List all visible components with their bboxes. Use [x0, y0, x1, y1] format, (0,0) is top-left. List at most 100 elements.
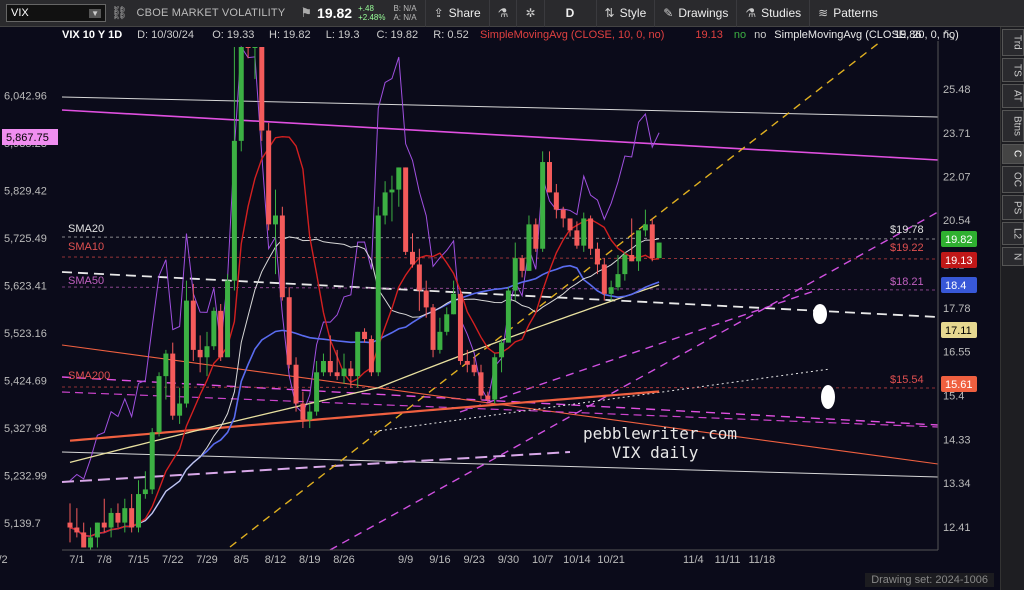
- share-button[interactable]: ⇪ Share: [424, 0, 489, 27]
- side-tab-at[interactable]: AT: [1001, 84, 1024, 109]
- bid-ask: B: N/A A: N/A: [393, 4, 416, 22]
- candle-body: [362, 331, 368, 339]
- candle-body: [88, 537, 94, 548]
- candle-body: [259, 47, 265, 131]
- spx-tick-label: 5,327.98: [4, 423, 47, 435]
- symbol-selector[interactable]: VIX ▼: [6, 4, 106, 22]
- candle-body: [471, 364, 477, 373]
- flag-icon[interactable]: ⚑: [300, 5, 312, 21]
- candle-body: [478, 372, 484, 396]
- candle-body: [636, 230, 642, 262]
- info-close: C: 19.82: [377, 29, 419, 41]
- candle-body: [129, 508, 135, 528]
- side-tab-trd[interactable]: Trd: [1001, 29, 1024, 56]
- candle-body: [320, 360, 326, 373]
- side-panel: Trd TS AT Btns C OC PS L2 N: [1000, 27, 1024, 590]
- candle-body: [368, 338, 374, 373]
- x-tick-label: 8/5: [234, 554, 249, 566]
- candle-body: [307, 411, 313, 420]
- candle-body: [197, 349, 203, 358]
- drawings-label: Drawings: [678, 6, 729, 20]
- candle-body: [341, 368, 347, 377]
- drawing-set-status: Drawing set: 2024-1006: [865, 573, 994, 587]
- watermark-line-1: pebblewriter.com: [583, 424, 737, 443]
- flask-button[interactable]: ⚗: [488, 0, 517, 27]
- candle-body: [567, 218, 573, 231]
- candle-body: [279, 215, 285, 298]
- settings-button[interactable]: ✲: [516, 0, 543, 27]
- candle-body: [355, 331, 361, 377]
- ma-value-label: $15.54: [890, 374, 924, 386]
- candle-body: [136, 494, 141, 528]
- style-button[interactable]: ⇅ Style: [595, 0, 655, 27]
- candle-body: [273, 215, 278, 225]
- candle-body: [252, 47, 258, 48]
- candle-body: [142, 489, 148, 495]
- price-chart[interactable]: 12.4113.3414.3315.416.5517.7819.120.5422…: [0, 27, 1000, 570]
- candle-body: [314, 372, 320, 412]
- period-button[interactable]: D: [543, 0, 596, 27]
- side-tab-l2[interactable]: L2: [1001, 222, 1024, 246]
- candle-body: [204, 346, 210, 358]
- share-label: Share: [448, 6, 481, 20]
- info-sma10-value: 19.13: [695, 29, 723, 41]
- candle-body: [382, 192, 388, 216]
- candle-body: [190, 300, 196, 350]
- candle-body: [512, 258, 518, 291]
- candle-body: [156, 376, 162, 433]
- info-sma10-label: SimpleMovingAvg (CLOSE, 10, 0, no): [480, 29, 664, 41]
- candle-body: [588, 218, 594, 249]
- x-tick-label: 9/2: [0, 554, 8, 566]
- info-sma10-extra-2: no: [754, 29, 766, 41]
- spx-tick-label: 5,424.69: [4, 376, 47, 388]
- side-tab-oc[interactable]: OC: [1001, 165, 1024, 193]
- studies-button[interactable]: ⚗ Studies: [736, 0, 809, 27]
- x-tick-label: 10/7: [532, 554, 553, 566]
- price-badge-text: 19.82: [945, 234, 973, 246]
- candle-body: [533, 224, 539, 249]
- candle-body: [403, 167, 409, 252]
- link-icon[interactable]: ⛓: [111, 5, 128, 21]
- ma-value-label: $19.78: [890, 224, 924, 236]
- beaker-icon: ⚗: [745, 6, 757, 20]
- y-tick-label: 16.55: [943, 347, 971, 359]
- candle-body: [594, 248, 600, 265]
- x-tick-label: 10/14: [563, 554, 591, 566]
- ma-value-label: $19.22: [890, 242, 924, 254]
- candle-body: [375, 215, 381, 373]
- x-tick-label: 10/21: [597, 554, 625, 566]
- studies-label: Studies: [761, 6, 802, 20]
- candle-body: [615, 274, 621, 288]
- candle-body: [67, 522, 73, 528]
- candle-body: [231, 140, 237, 281]
- candle-body: [608, 287, 614, 294]
- watermark-line-2: VIX daily: [612, 443, 699, 462]
- side-tab-n[interactable]: N: [1001, 247, 1024, 267]
- chevron-down-icon[interactable]: ▼: [89, 8, 101, 18]
- collapse-icon: ⤡: [944, 28, 955, 43]
- side-tab-c[interactable]: C: [1001, 144, 1024, 164]
- candle-body: [492, 357, 498, 400]
- candle-body: [238, 47, 244, 141]
- drawings-button[interactable]: ✎ Drawings: [654, 0, 736, 27]
- side-tab-ts[interactable]: TS: [1001, 57, 1024, 83]
- patterns-label: Patterns: [833, 6, 878, 20]
- x-tick-label: 9/16: [429, 554, 450, 566]
- candle-body: [101, 522, 107, 528]
- candle-body: [451, 293, 457, 315]
- candle-body: [457, 293, 463, 361]
- patterns-button[interactable]: ≋ Patterns: [809, 0, 886, 27]
- spx-badge-text: 5,867.75: [6, 132, 49, 144]
- price-badge-text: 17.11: [945, 325, 972, 337]
- side-tab-ps[interactable]: PS: [1001, 194, 1024, 221]
- x-tick-label: 8/26: [333, 554, 354, 566]
- candle-body: [553, 192, 559, 210]
- y-tick-label: 22.07: [943, 171, 971, 183]
- candle-body: [149, 432, 155, 490]
- side-tab-btns[interactable]: Btns: [1001, 110, 1024, 143]
- candle-body: [649, 224, 655, 259]
- info-sma10-extra-1: no: [734, 29, 746, 41]
- y-tick-label: 25.48: [943, 84, 971, 96]
- change-value: +.48: [358, 4, 374, 13]
- symbol-description: CBOE MARKET VOLATILITY: [136, 7, 286, 19]
